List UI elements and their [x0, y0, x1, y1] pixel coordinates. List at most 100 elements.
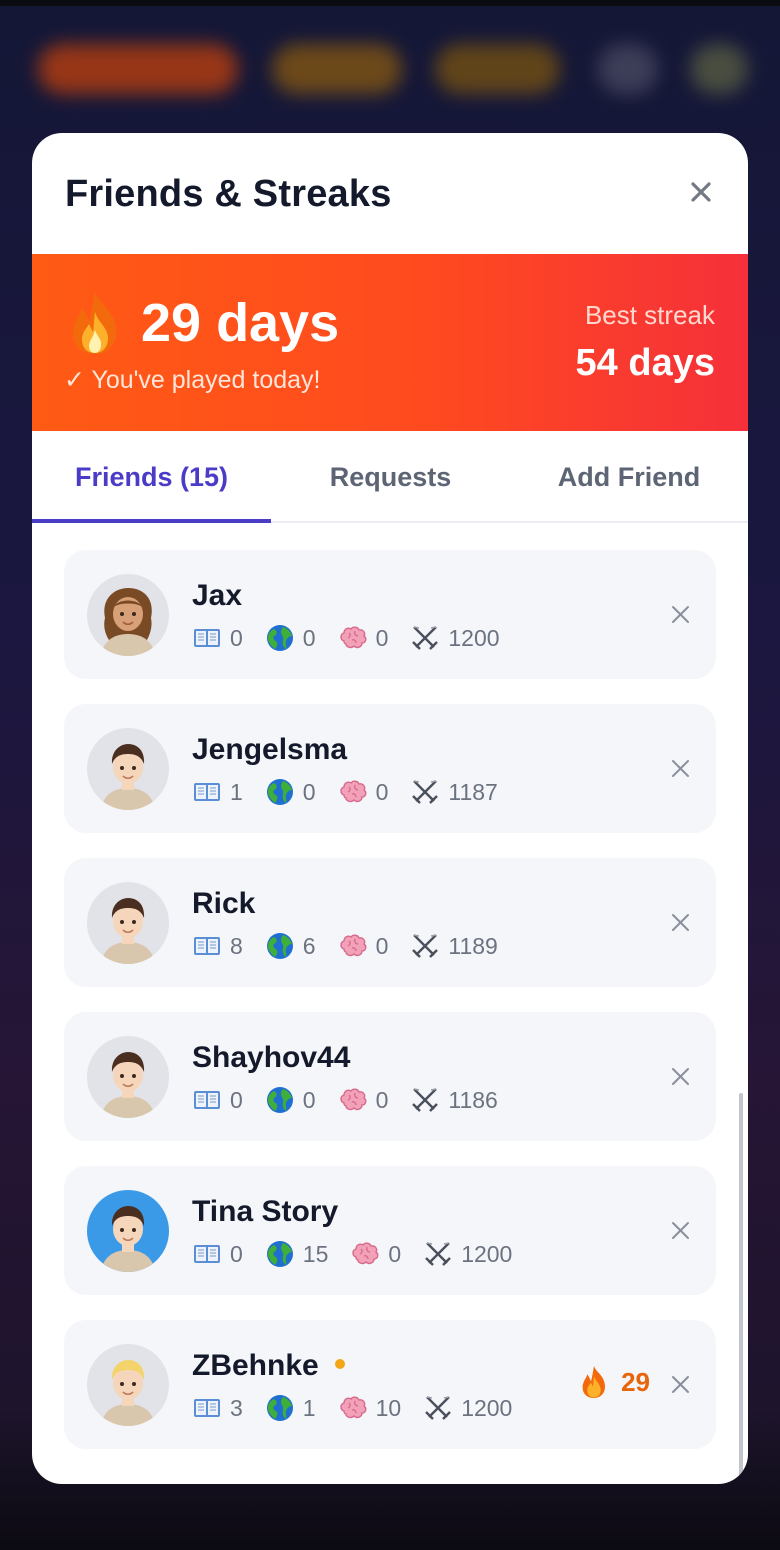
stat-books: 1: [192, 777, 243, 807]
friend-card[interactable]: ZBehnke 3 1 10 1200 29: [64, 1320, 716, 1449]
stat-rating-value: 1200: [448, 624, 500, 651]
modal-header: Friends & Streaks: [32, 133, 748, 254]
tab-bar: Friends (15) Requests Add Friend: [32, 431, 748, 523]
stat-rating-value: 1200: [461, 1240, 513, 1267]
brain-icon: [338, 777, 368, 807]
stat-rating: 1200: [410, 623, 500, 653]
flame-icon: [72, 292, 117, 354]
friend-name: Tina Story: [192, 1195, 338, 1229]
crossed-swords-icon: [423, 1239, 453, 1269]
crossed-swords-icon: [410, 931, 440, 961]
stat-rating-value: 1187: [448, 778, 498, 805]
friend-name: ZBehnke: [192, 1349, 345, 1383]
close-icon: [671, 605, 689, 623]
avatar: [87, 1344, 169, 1426]
book-icon: [192, 777, 222, 807]
globe-icon: [265, 1393, 295, 1423]
friend-stats: 0 15 0 1200: [192, 1239, 534, 1269]
best-streak-label: Best streak: [584, 300, 715, 330]
stat-books: 3: [192, 1393, 243, 1423]
remove-friend-button[interactable]: [666, 1062, 694, 1090]
stat-rating: 1189: [410, 931, 498, 961]
remove-friend-button[interactable]: [666, 908, 694, 936]
stat-brain-value: 0: [388, 1240, 402, 1267]
stat-globe: 15: [265, 1239, 329, 1269]
remove-friend-button[interactable]: [666, 1216, 694, 1244]
stat-rating-value: 1186: [448, 1086, 498, 1113]
stat-brain-value: 0: [375, 932, 389, 959]
avatar: [87, 1036, 169, 1118]
stat-globe-value: 15: [302, 1240, 329, 1267]
friend-card[interactable]: Rick 8 6 0 1189: [64, 858, 716, 987]
friend-name-text: Jax: [192, 579, 243, 612]
remove-friend-button[interactable]: [666, 600, 694, 628]
friend-name: Jengelsma: [192, 733, 347, 767]
remove-friend-button[interactable]: [666, 754, 694, 782]
friend-streak: 29: [579, 1364, 650, 1400]
friend-stats: 0 0 0 1186: [192, 1085, 520, 1115]
brain-icon: [338, 623, 368, 653]
friend-name: Rick: [192, 887, 255, 921]
close-icon: [671, 759, 689, 777]
stat-books: 0: [192, 1085, 243, 1115]
close-icon: [671, 1067, 689, 1085]
played-today-status: ✓ You've played today!: [64, 366, 321, 394]
close-icon: [671, 1375, 689, 1393]
avatar: [87, 728, 169, 810]
globe-icon: [265, 931, 295, 961]
stat-brain-value: 0: [375, 778, 389, 805]
stat-books-value: 8: [230, 932, 243, 959]
stat-globe: 1: [265, 1393, 316, 1423]
crossed-swords-icon: [410, 1085, 440, 1115]
stat-globe-value: 0: [302, 778, 316, 805]
stat-books-value: 3: [230, 1394, 243, 1421]
tab-friends[interactable]: Friends (15): [32, 431, 271, 523]
friend-name-text: Tina Story: [192, 1195, 339, 1228]
book-icon: [192, 1239, 222, 1269]
friend-card[interactable]: Jengelsma 1 0 0 1187: [64, 704, 716, 833]
globe-icon: [265, 1085, 295, 1115]
stat-globe-value: 0: [302, 624, 316, 651]
streak-banner: 29 days ✓ You've played today! Best stre…: [32, 254, 748, 431]
stat-brain: 0: [338, 777, 389, 807]
friend-card[interactable]: Tina Story 0 15 0 1200: [64, 1166, 716, 1295]
stat-books-value: 0: [230, 1240, 243, 1267]
stat-brain: 10: [338, 1393, 401, 1423]
book-icon: [192, 931, 222, 961]
stat-rating-value: 1189: [448, 932, 498, 959]
friend-stats: 1 0 0 1187: [192, 777, 520, 807]
close-icon: [691, 182, 711, 202]
friend-name-text: Rick: [192, 887, 256, 920]
tab-add-friend[interactable]: Add Friend: [510, 431, 748, 523]
crossed-swords-icon: [410, 623, 440, 653]
stat-brain: 0: [338, 931, 389, 961]
friend-stats: 3 1 10 1200: [192, 1393, 534, 1423]
remove-friend-button[interactable]: [666, 1370, 694, 1398]
stat-globe-value: 0: [302, 1086, 316, 1113]
stat-books: 8: [192, 931, 243, 961]
friend-card[interactable]: Jax 0 0 0 1200: [64, 550, 716, 679]
crossed-swords-icon: [423, 1393, 453, 1423]
globe-icon: [265, 777, 295, 807]
crossed-swords-icon: [410, 777, 440, 807]
close-icon: [671, 1221, 689, 1239]
current-streak: 29 days: [141, 293, 340, 353]
stat-books: 0: [192, 623, 243, 653]
book-icon: [192, 1085, 222, 1115]
tab-requests[interactable]: Requests: [271, 431, 510, 523]
stat-globe: 0: [265, 623, 316, 653]
stat-rating: 1200: [423, 1239, 512, 1269]
avatar: [87, 882, 169, 964]
close-modal-button[interactable]: [684, 175, 718, 209]
scrollbar[interactable]: [739, 1093, 743, 1478]
stat-globe: 0: [265, 1085, 316, 1115]
book-icon: [192, 1393, 222, 1423]
stat-brain: 0: [350, 1239, 401, 1269]
book-icon: [192, 623, 222, 653]
stat-globe-value: 6: [302, 932, 316, 959]
friend-card[interactable]: Shayhov44 0 0 0 1186: [64, 1012, 716, 1141]
stat-brain-value: 0: [375, 1086, 389, 1113]
avatar: [87, 574, 169, 656]
stat-brain-value: 0: [375, 624, 389, 651]
friend-streak-value: 29: [621, 1366, 650, 1397]
